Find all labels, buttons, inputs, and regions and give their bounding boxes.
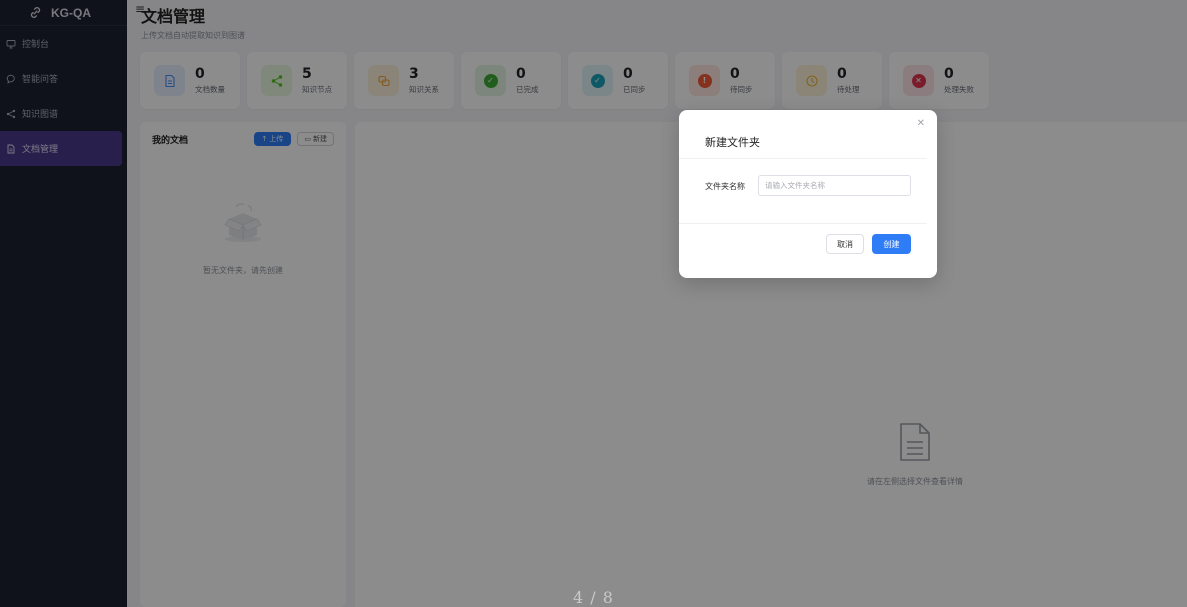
- new-folder-dialog: ✕ 新建文件夹 文件夹名称 取消 创建: [679, 110, 937, 278]
- folder-name-input[interactable]: [758, 175, 911, 196]
- page-indicator: 4 / 8: [573, 588, 614, 607]
- cancel-button[interactable]: 取消: [826, 234, 864, 254]
- dialog-title: 新建文件夹: [705, 136, 760, 149]
- divider: [679, 223, 927, 224]
- divider: [679, 158, 927, 159]
- modal-overlay[interactable]: [0, 0, 1187, 607]
- folder-name-label: 文件夹名称: [705, 182, 745, 191]
- create-button[interactable]: 创建: [872, 234, 911, 254]
- close-icon[interactable]: ✕: [917, 118, 925, 129]
